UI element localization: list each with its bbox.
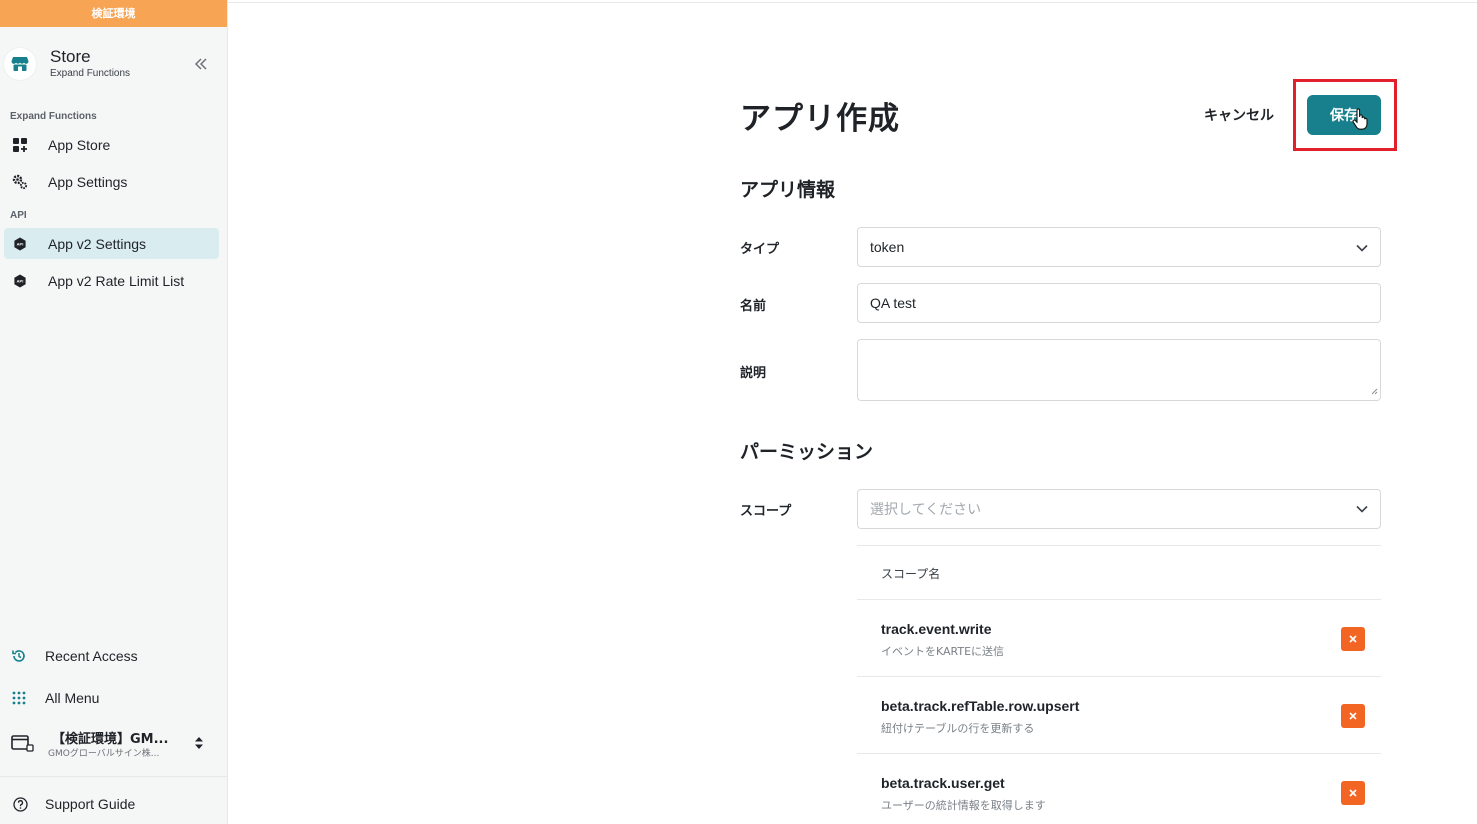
close-icon xyxy=(1349,712,1357,720)
scope-description: イベントをKARTEに送信 xyxy=(881,645,1005,658)
environment-banner: 検証環境 xyxy=(0,0,227,27)
resize-grip-icon[interactable] xyxy=(1370,382,1378,398)
scope-table-header: スコープ名 xyxy=(857,545,1381,600)
hand-cursor-icon xyxy=(1352,108,1368,135)
section-title-permission: パーミッション xyxy=(740,441,874,463)
grid-dots-icon xyxy=(10,689,28,707)
sidebar-item-app-settings[interactable]: App Settings xyxy=(4,166,219,197)
sidebar-item-app-store[interactable]: App Store xyxy=(4,129,219,160)
sidebar-item-label: App Store xyxy=(48,136,111,153)
scope-description: ユーザーの統計情報を取得します xyxy=(881,799,1046,812)
type-label: タイプ xyxy=(740,242,780,257)
name-input[interactable]: QA test xyxy=(857,283,1381,323)
organization-switcher[interactable]: 【検証環境】GM... GMOグローバルサイン株... xyxy=(4,723,219,765)
scope-name: track.event.write xyxy=(881,621,992,637)
svg-text:API: API xyxy=(17,278,24,283)
window-icon xyxy=(11,734,35,759)
organization-subtitle: GMOグローバルサイン株... xyxy=(48,749,160,759)
sidebar-item-support-guide[interactable]: Support Guide xyxy=(4,787,219,821)
sidebar-item-app-v2-settings[interactable]: API App v2 Settings xyxy=(4,228,219,259)
store-subtitle: Expand Functions xyxy=(50,68,131,79)
top-divider xyxy=(228,2,1477,3)
sidebar-divider xyxy=(0,776,228,777)
store-header: Store Expand Functions xyxy=(0,45,228,85)
gears-icon xyxy=(11,173,29,191)
name-label: 名前 xyxy=(740,299,767,314)
section-label-api: API xyxy=(10,210,27,221)
api-badge-icon: API xyxy=(11,235,29,253)
cancel-button[interactable]: キャンセル xyxy=(1198,102,1280,128)
description-label: 説明 xyxy=(740,366,767,381)
all-menu-label: All Menu xyxy=(45,690,100,706)
remove-scope-button[interactable] xyxy=(1341,627,1365,651)
sidebar-item-app-v2-rate-limit-list[interactable]: API App v2 Rate Limit List xyxy=(4,265,219,296)
sidebar-item-recent-access[interactable]: Recent Access xyxy=(4,639,219,673)
recent-access-label: Recent Access xyxy=(45,648,138,664)
name-input-value: QA test xyxy=(870,295,916,311)
history-icon xyxy=(10,647,28,665)
table-row: track.event.write イベントをKARTEに送信 xyxy=(857,600,1381,677)
type-select-value: token xyxy=(870,239,905,255)
organization-name: 【検証環境】GM... xyxy=(52,732,169,747)
updown-arrows-icon xyxy=(194,736,204,755)
sidebar-item-label: App Settings xyxy=(48,173,128,190)
sidebar-item-label: App v2 Settings xyxy=(48,235,147,252)
section-label-expand-functions: Expand Functions xyxy=(10,111,97,122)
scope-name: beta.track.refTable.row.upsert xyxy=(881,698,1080,714)
scope-name: beta.track.user.get xyxy=(881,775,1005,791)
api-badge-icon: API xyxy=(11,272,29,290)
double-chevron-left-icon xyxy=(194,58,207,70)
help-circle-icon xyxy=(11,795,29,813)
remove-scope-button[interactable] xyxy=(1341,781,1365,805)
sidebar-item-label: App v2 Rate Limit List xyxy=(48,272,185,289)
page-title: アプリ作成 xyxy=(740,101,900,137)
scope-column-header: スコープ名 xyxy=(881,567,941,581)
table-row: beta.track.user.get ユーザーの統計情報を取得します xyxy=(857,754,1381,824)
support-guide-label: Support Guide xyxy=(45,796,136,812)
scope-description: 紐付けテーブルの行を更新する xyxy=(881,722,1035,735)
sidebar: 検証環境 Store Expand Functions Expand Funct… xyxy=(0,0,228,824)
scope-select[interactable]: 選択してください xyxy=(857,489,1381,529)
scope-label: スコープ xyxy=(740,504,792,519)
apps-grid-icon xyxy=(11,136,29,154)
description-textarea[interactable] xyxy=(857,339,1381,401)
close-icon xyxy=(1349,789,1357,797)
table-row: beta.track.refTable.row.upsert 紐付けテーブルの行… xyxy=(857,677,1381,754)
svg-text:API: API xyxy=(17,241,24,246)
type-select[interactable]: token xyxy=(857,227,1381,267)
store-title: Store xyxy=(50,47,91,66)
chevron-down-icon xyxy=(1356,239,1368,255)
collapse-sidebar-button[interactable] xyxy=(190,53,212,75)
section-title-app-info: アプリ情報 xyxy=(740,179,836,201)
store-icon xyxy=(4,48,36,80)
close-icon xyxy=(1349,635,1357,643)
remove-scope-button[interactable] xyxy=(1341,704,1365,728)
scope-select-placeholder: 選択してください xyxy=(870,502,982,518)
save-button[interactable]: 保存 xyxy=(1307,95,1381,135)
chevron-down-icon xyxy=(1356,501,1368,517)
sidebar-item-all-menu[interactable]: All Menu xyxy=(4,681,219,715)
